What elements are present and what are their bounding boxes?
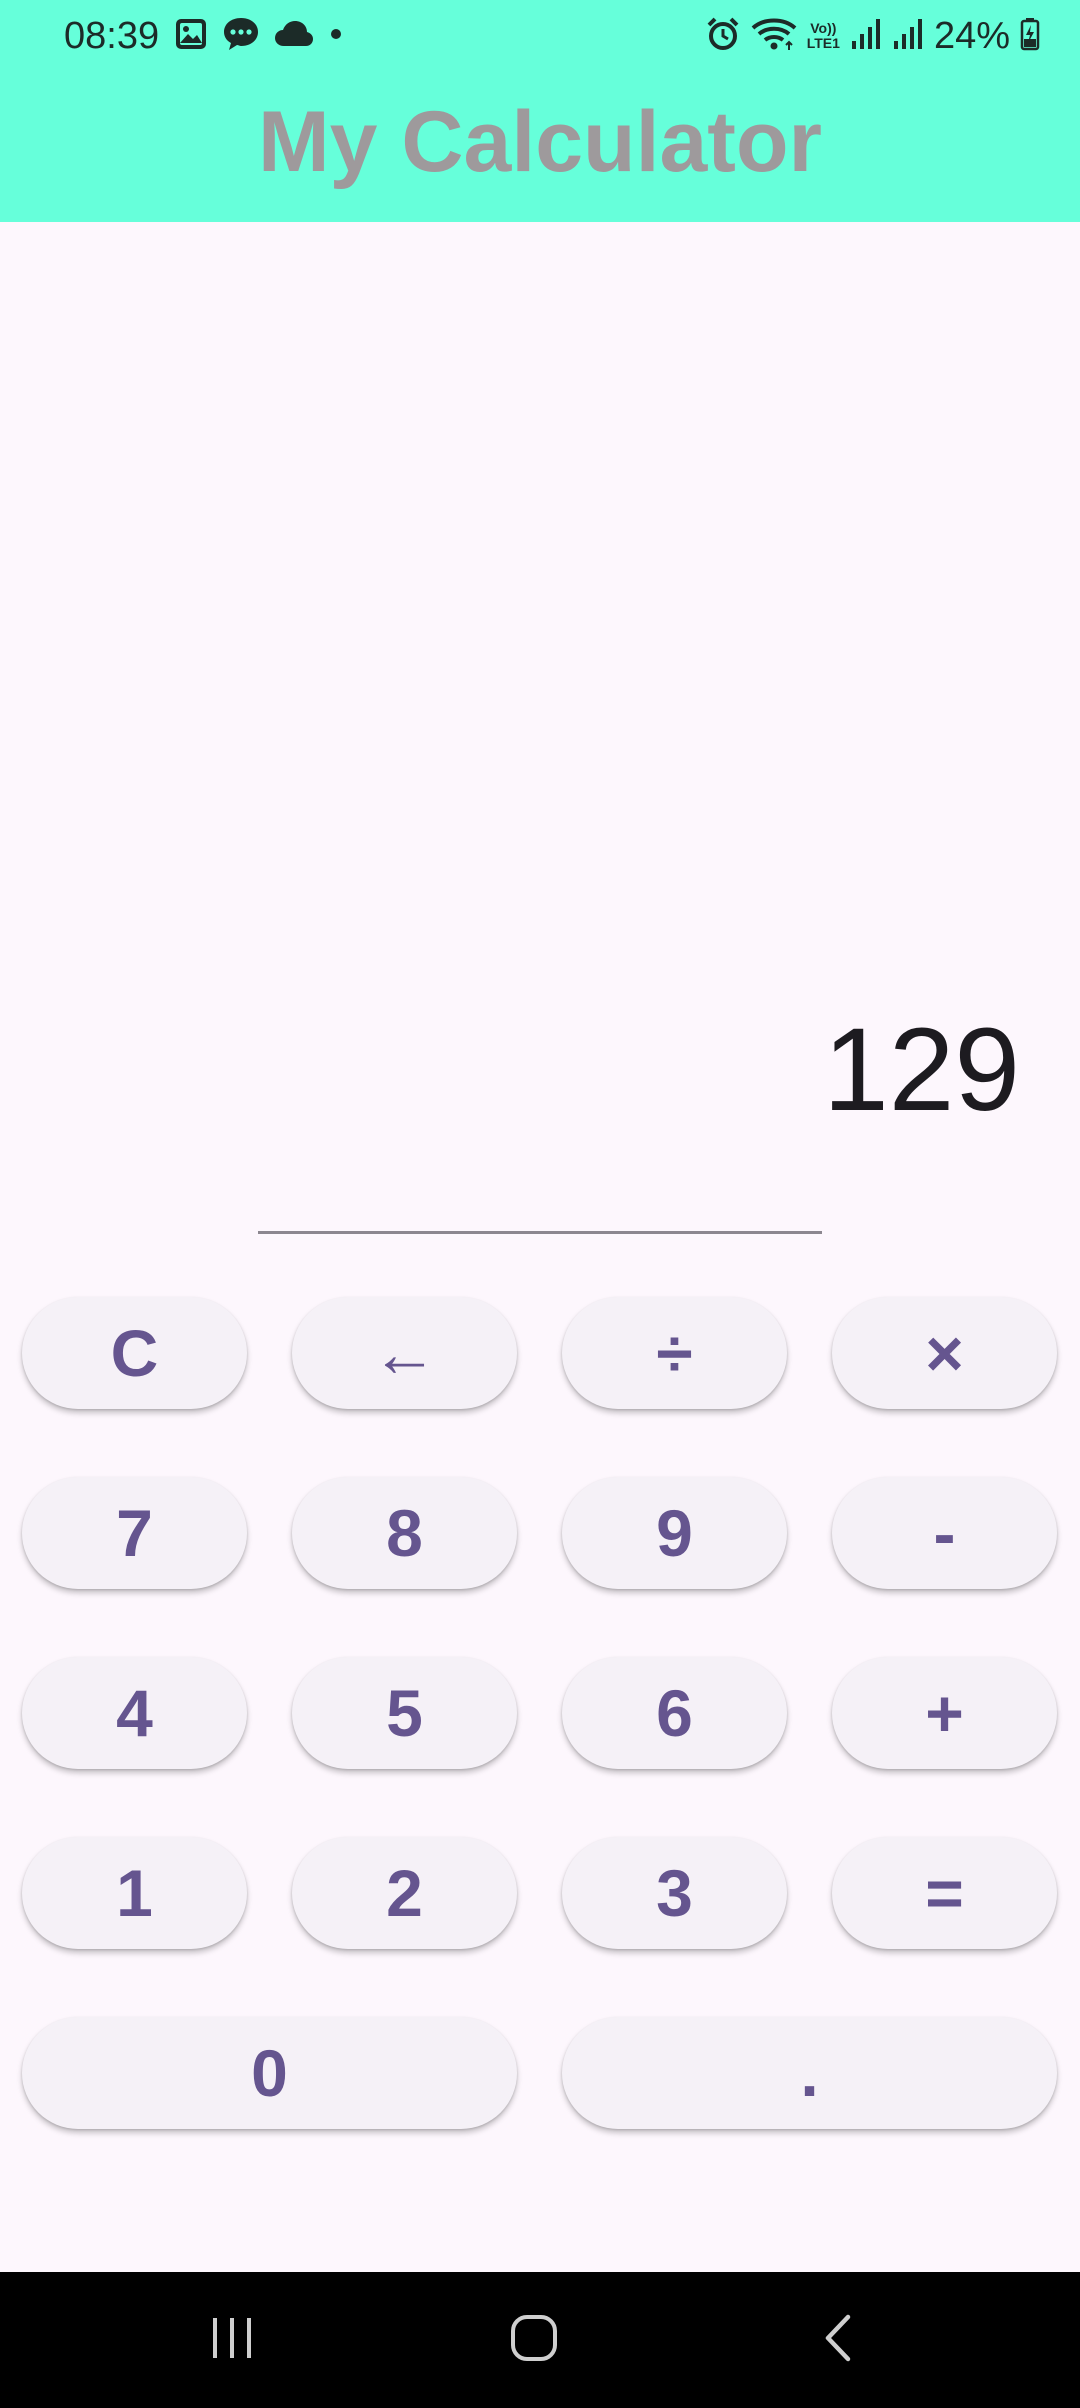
battery-percent: 24% — [933, 15, 1010, 57]
calculator-display: 129 — [823, 1004, 1020, 1136]
status-system-icons: Vo)) LTE1 24% — [705, 12, 1040, 60]
digit-1-button[interactable]: 1 — [22, 1837, 247, 1949]
chat-icon — [222, 16, 260, 57]
app-header: 08:39 Vo)) LTE1 24% My Calculator — [0, 0, 1080, 222]
divide-button[interactable]: ÷ — [562, 1297, 787, 1409]
system-nav-bar — [0, 2272, 1080, 2408]
digit-6-button[interactable]: 6 — [562, 1657, 787, 1769]
cloud-icon — [274, 20, 314, 53]
equals-button[interactable]: = — [832, 1837, 1057, 1949]
gallery-icon — [174, 17, 208, 56]
page-title: My Calculator — [258, 94, 822, 190]
home-icon — [509, 2313, 559, 2368]
clear-button[interactable]: C — [22, 1297, 247, 1409]
volte-label-top: Vo)) — [810, 20, 837, 36]
add-button[interactable]: + — [832, 1657, 1057, 1769]
back-button[interactable] — [757, 2272, 917, 2408]
digit-4-button[interactable]: 4 — [22, 1657, 247, 1769]
digit-9-button[interactable]: 9 — [562, 1477, 787, 1589]
battery-icon — [1020, 17, 1040, 56]
decimal-point-button[interactable]: . — [562, 2017, 1057, 2129]
digit-0-button[interactable]: 0 — [22, 2017, 517, 2129]
recent-apps-button[interactable] — [152, 2272, 312, 2408]
multiply-button[interactable]: × — [832, 1297, 1057, 1409]
alarm-icon — [705, 16, 741, 57]
subtract-button[interactable]: - — [832, 1477, 1057, 1589]
volte-label-bottom: LTE1 — [806, 35, 840, 51]
recent-apps-icon — [207, 2316, 257, 2365]
back-icon — [820, 2313, 854, 2368]
backspace-button[interactable]: ← — [292, 1297, 517, 1409]
volte-icon: Vo)) LTE1 — [807, 21, 840, 51]
status-notification-icons — [174, 16, 344, 57]
digit-8-button[interactable]: 8 — [292, 1477, 517, 1589]
signal-icon — [850, 17, 882, 56]
status-time: 08:39 — [64, 15, 160, 57]
signal-icon — [892, 17, 924, 56]
display-divider — [258, 1231, 822, 1234]
digit-3-button[interactable]: 3 — [562, 1837, 787, 1949]
digit-2-button[interactable]: 2 — [292, 1837, 517, 1949]
digit-7-button[interactable]: 7 — [22, 1477, 247, 1589]
home-button[interactable] — [454, 2272, 614, 2408]
dot-icon — [328, 26, 344, 47]
status-bar: 08:39 Vo)) LTE1 24% — [0, 0, 1080, 72]
wifi-icon — [751, 16, 797, 57]
digit-5-button[interactable]: 5 — [292, 1657, 517, 1769]
